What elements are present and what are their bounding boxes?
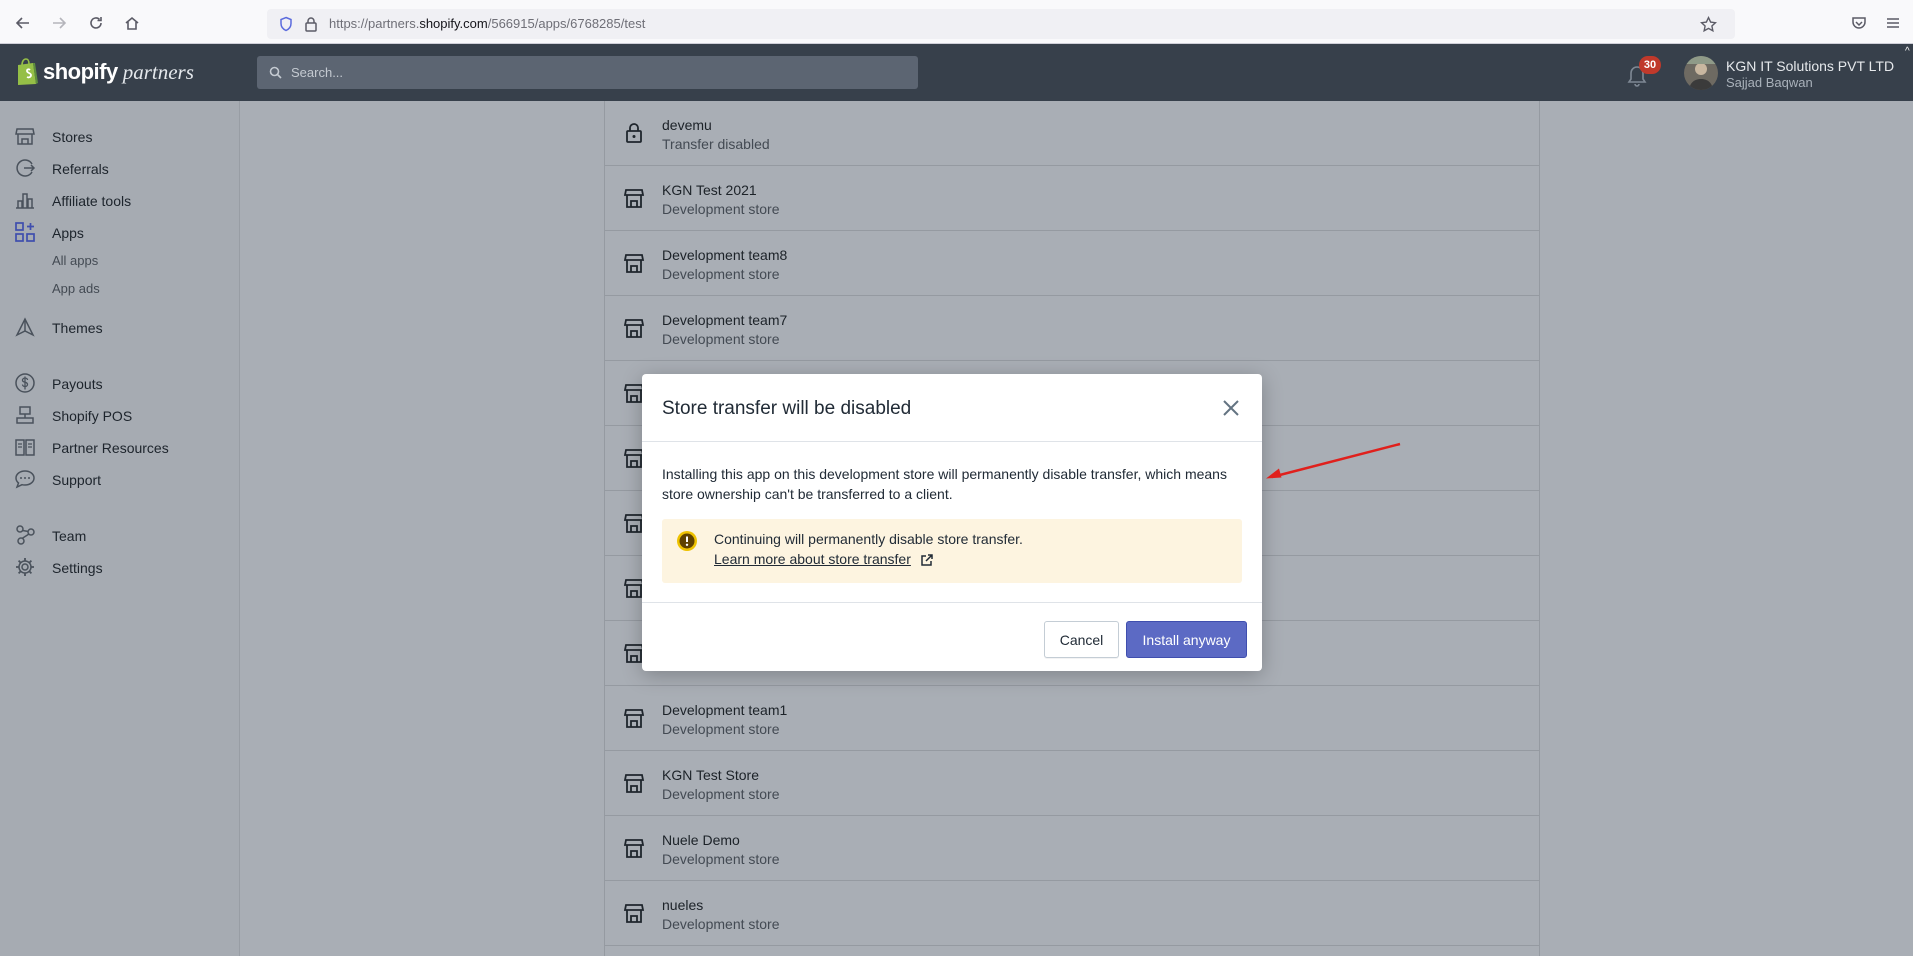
themes-icon xyxy=(15,317,35,337)
modal-body-text: Installing this app on this development … xyxy=(662,466,1227,502)
pocket-icon[interactable] xyxy=(1849,13,1869,33)
search-input[interactable]: Search... xyxy=(257,56,918,89)
sidebar-item-referrals[interactable]: Referrals xyxy=(0,155,240,183)
menu-icon[interactable] xyxy=(1883,13,1903,33)
learn-more-link[interactable]: Learn more about store transfer xyxy=(714,551,911,567)
sidebar-item-apps[interactable]: Apps xyxy=(0,219,240,247)
store-status: Development store xyxy=(662,266,780,282)
close-icon[interactable] xyxy=(1218,395,1244,421)
modal-header: Store transfer will be disabled xyxy=(642,374,1262,442)
list-item[interactable]: KGN Test 2021 Development store xyxy=(605,166,1539,231)
store-name: nueles xyxy=(662,897,704,913)
store-name: Development team8 xyxy=(662,247,788,263)
notification-count-badge: 30 xyxy=(1639,56,1661,74)
store-icon xyxy=(15,128,35,145)
sidebar-item-themes[interactable]: Themes xyxy=(0,314,240,342)
store-icon xyxy=(623,189,645,208)
list-item[interactable]: Development team7 Development store xyxy=(605,296,1539,361)
store-icon xyxy=(623,774,645,793)
store-name: KGN Test 2021 xyxy=(662,182,757,198)
lock-icon xyxy=(626,123,642,143)
logo-word-shopify: shopify xyxy=(43,59,118,84)
shield-icon[interactable] xyxy=(276,14,296,34)
store-name: devemu xyxy=(662,117,712,133)
store-status: Development store xyxy=(662,916,780,932)
list-item[interactable]: devemu Transfer disabled xyxy=(605,101,1539,166)
store-icon xyxy=(623,709,645,728)
cancel-button[interactable]: Cancel xyxy=(1044,621,1119,658)
avatar[interactable] xyxy=(1684,56,1718,90)
annotation-arrow-icon xyxy=(1266,442,1401,479)
gear-icon xyxy=(16,558,34,576)
sidebar-item-support[interactable]: Support xyxy=(0,466,240,494)
referrals-icon xyxy=(16,159,36,177)
store-status: Development store xyxy=(662,721,780,737)
install-anyway-button[interactable]: Install anyway xyxy=(1126,621,1247,658)
reload-icon[interactable] xyxy=(86,13,106,33)
store-icon xyxy=(623,839,645,858)
home-icon[interactable] xyxy=(122,13,142,33)
store-icon xyxy=(623,319,645,338)
warning-banner: Continuing will permanently disable stor… xyxy=(662,519,1242,583)
browser-toolbar: https://partners.shopify.com/566915/apps… xyxy=(0,0,1913,44)
book-icon xyxy=(15,439,35,456)
shopify-bag-icon xyxy=(18,58,38,85)
logo-word-partners: partners xyxy=(122,59,194,84)
team-icon xyxy=(16,525,35,545)
warning-text: Continuing will permanently disable stor… xyxy=(714,531,1023,547)
store-status: Development store xyxy=(662,331,780,347)
sidebar-item-partner-resources[interactable]: Partner Resources xyxy=(0,434,240,462)
search-placeholder: Search... xyxy=(291,65,344,80)
store-status: Development store xyxy=(662,851,780,867)
sidebar-item-affiliate-tools[interactable]: Affiliate tools xyxy=(0,187,240,215)
scroll-up-icon[interactable]: ^ xyxy=(1905,46,1910,57)
back-icon[interactable] xyxy=(13,13,33,33)
account-name[interactable]: KGN IT Solutions PVT LTD xyxy=(1726,58,1894,74)
sidebar-item-stores[interactable]: Stores xyxy=(0,123,240,151)
store-icon xyxy=(623,904,645,923)
list-item[interactable]: KGN Test Store Development store xyxy=(605,751,1539,816)
store-name: Development team7 xyxy=(662,312,788,328)
store-status: Transfer disabled xyxy=(662,136,770,152)
list-item[interactable]: Nuele Demo Development store xyxy=(605,816,1539,881)
store-name: KGN Test Store xyxy=(662,767,760,783)
search-icon xyxy=(269,66,282,79)
sidebar-item-shopify-pos[interactable]: Shopify POS xyxy=(0,402,240,430)
store-name: Nuele Demo xyxy=(662,832,740,848)
shopify-partners-logo[interactable]: shopify partners xyxy=(14,58,194,86)
sidebar: Stores Referrals Affiliate tools Apps Al… xyxy=(0,101,240,956)
bookmark-star-icon[interactable] xyxy=(1698,14,1718,34)
url-text[interactable]: https://partners.shopify.com/566915/apps… xyxy=(329,16,645,31)
account-user[interactable]: Sajjad Baqwan xyxy=(1726,75,1813,90)
chat-icon xyxy=(15,470,35,489)
url-bar[interactable]: https://partners.shopify.com/566915/apps… xyxy=(267,9,1735,39)
sidebar-item-payouts[interactable]: Payouts xyxy=(0,370,240,398)
store-transfer-modal: Store transfer will be disabled Installi… xyxy=(642,374,1262,671)
sidebar-item-settings[interactable]: Settings xyxy=(0,554,240,582)
external-link-icon[interactable] xyxy=(920,554,933,567)
store-icon xyxy=(623,254,645,273)
sidebar-subitem-app-ads[interactable]: App ads xyxy=(52,281,100,296)
lock-icon[interactable] xyxy=(301,14,321,34)
sidebar-subitem-all-apps[interactable]: All apps xyxy=(52,253,98,268)
store-status: Development store xyxy=(662,201,780,217)
forward-icon[interactable] xyxy=(49,13,69,33)
chart-icon xyxy=(16,193,34,209)
list-item[interactable]: Development team1 Development store xyxy=(605,686,1539,751)
list-item[interactable]: nueles Development store xyxy=(605,881,1539,946)
modal-title: Store transfer will be disabled xyxy=(662,398,912,419)
store-status: Development store xyxy=(662,786,780,802)
dollar-icon xyxy=(15,373,35,393)
warning-icon xyxy=(677,531,697,551)
sidebar-item-team[interactable]: Team xyxy=(0,522,240,550)
pos-icon xyxy=(16,406,34,424)
apps-icon xyxy=(15,222,35,242)
store-name: Development team1 xyxy=(662,702,788,718)
list-item[interactable]: Development team8 Development store xyxy=(605,231,1539,296)
